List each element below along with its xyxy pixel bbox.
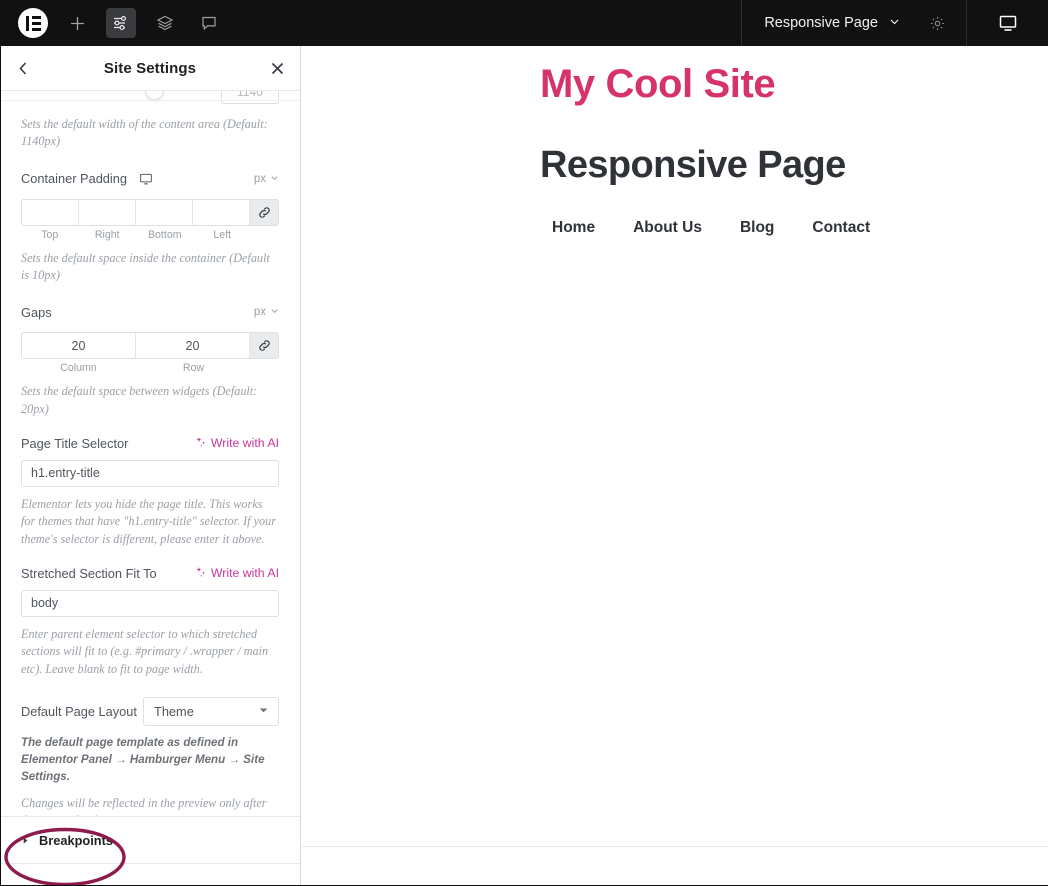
default-page-layout-select[interactable]: Theme — [143, 697, 279, 726]
stretched-section-label: Stretched Section Fit To — [21, 566, 157, 581]
content-width-description: Sets the default width of the content ar… — [21, 116, 279, 151]
container-padding-label: Container Padding — [21, 171, 127, 186]
unit-label: px — [254, 306, 266, 318]
page-title-selector-input[interactable] — [21, 460, 279, 487]
close-icon[interactable] — [266, 57, 288, 79]
container-padding-unit-selector[interactable]: px — [254, 173, 279, 185]
content-width-input[interactable]: 1140 — [221, 91, 279, 104]
container-padding-description: Sets the default space inside the contai… — [21, 250, 279, 285]
panel-header: Site Settings — [0, 46, 300, 91]
default-page-layout-label: Default Page Layout — [21, 704, 137, 719]
breakpoints-label: Breakpoints — [39, 833, 113, 848]
page-selector-label: Responsive Page — [764, 15, 878, 31]
gap-row-input[interactable] — [136, 333, 250, 358]
breakpoints-accordion[interactable]: Breakpoints — [0, 816, 300, 864]
sublabel-column: Column — [21, 362, 136, 374]
page-heading: Responsive Page — [540, 144, 1048, 187]
default-page-layout-row: Default Page Layout Theme — [21, 697, 279, 726]
comment-bubble-icon[interactable] — [194, 8, 224, 38]
plus-icon[interactable] — [62, 8, 92, 38]
sparkle-icon — [195, 436, 207, 451]
page-title-selector-label: Page Title Selector — [21, 436, 128, 451]
sublabel-right: Right — [79, 229, 137, 241]
chevron-down-icon — [270, 173, 279, 185]
nav-item-about-us[interactable]: About Us — [633, 219, 702, 237]
gaps-unit-selector[interactable]: px — [254, 306, 279, 318]
chevron-down-icon — [270, 306, 279, 318]
gap-column-input[interactable] — [22, 333, 136, 358]
elementor-logo-icon[interactable] — [18, 8, 48, 38]
divider — [0, 100, 300, 101]
desktop-monitor-icon[interactable] — [139, 172, 153, 186]
unit-label: px — [254, 173, 266, 185]
stretched-section-description: Enter parent element selector to which s… — [21, 626, 279, 678]
sublabel-row: Row — [136, 362, 251, 374]
panel-title: Site Settings — [104, 60, 196, 77]
chevron-down-icon — [258, 704, 269, 719]
write-with-ai-button[interactable]: Write with AI — [195, 566, 279, 581]
stretched-section-input[interactable] — [21, 590, 279, 617]
gaps-inputs — [21, 332, 279, 359]
content-width-control-cut: 1140 — [0, 91, 300, 107]
layers-icon[interactable] — [150, 8, 180, 38]
nav-item-blog[interactable]: Blog — [740, 219, 774, 237]
stretched-section-row: Stretched Section Fit To Write with AI — [21, 566, 279, 581]
sliders-icon[interactable] — [106, 8, 136, 38]
write-with-ai-button[interactable]: Write with AI — [195, 436, 279, 451]
container-padding-inputs — [21, 199, 279, 226]
site-settings-panel: Site Settings 1140 Sets the default widt… — [0, 46, 301, 886]
sparkle-icon — [195, 566, 207, 581]
divider — [302, 846, 1048, 847]
page-preview-canvas: My Cool Site Responsive Page Home About … — [302, 46, 1048, 866]
gaps-description: Sets the default space between widgets (… — [21, 383, 279, 418]
page-selector[interactable]: Responsive Page — [741, 0, 919, 46]
topbar-right-tools: Responsive Page — [741, 0, 1048, 46]
topbar-left-tools — [0, 0, 224, 46]
gaps-row: Gaps px — [21, 301, 279, 323]
triangle-right-icon — [21, 836, 30, 845]
chevron-down-icon — [888, 15, 901, 32]
default-page-layout-description-strong: The default page template as defined in … — [21, 735, 279, 786]
sublabel-left: Left — [194, 229, 252, 241]
panel-body: 1140 Sets the default width of the conte… — [0, 91, 300, 845]
page-title-selector-row: Page Title Selector Write with AI — [21, 436, 279, 451]
chevron-left-icon[interactable] — [12, 57, 34, 79]
panel-footer: Breakpoints — [0, 816, 300, 886]
site-title: My Cool Site — [540, 62, 1048, 107]
nav-item-contact[interactable]: Contact — [812, 219, 870, 237]
container-padding-row: Container Padding px — [21, 168, 279, 190]
panel-footer-filler — [0, 864, 300, 886]
gaps-label: Gaps — [21, 305, 52, 320]
gaps-sublabels: Column Row — [21, 362, 279, 374]
link-chain-icon[interactable] — [250, 333, 278, 358]
nav-item-home[interactable]: Home — [552, 219, 595, 237]
write-with-ai-label: Write with AI — [211, 566, 279, 580]
editor-topbar: Responsive Page — [0, 0, 1048, 46]
padding-bottom-input[interactable] — [136, 200, 193, 225]
preview-navigation: Home About Us Blog Contact — [552, 219, 1048, 237]
monitor-icon[interactable] — [966, 0, 1048, 46]
content-width-slider-handle[interactable] — [145, 91, 164, 100]
gear-icon[interactable] — [919, 0, 966, 46]
default-page-layout-value: Theme — [154, 704, 194, 719]
sublabel-bottom: Bottom — [136, 229, 194, 241]
container-padding-sublabels: Top Right Bottom Left — [21, 229, 279, 241]
write-with-ai-label: Write with AI — [211, 436, 279, 450]
page-title-selector-description: Elementor lets you hide the page title. … — [21, 496, 279, 548]
link-chain-icon[interactable] — [250, 200, 278, 225]
padding-right-input[interactable] — [79, 200, 136, 225]
window-left-border — [0, 46, 1, 886]
padding-left-input[interactable] — [193, 200, 250, 225]
padding-top-input[interactable] — [22, 200, 79, 225]
sublabel-top: Top — [21, 229, 79, 241]
